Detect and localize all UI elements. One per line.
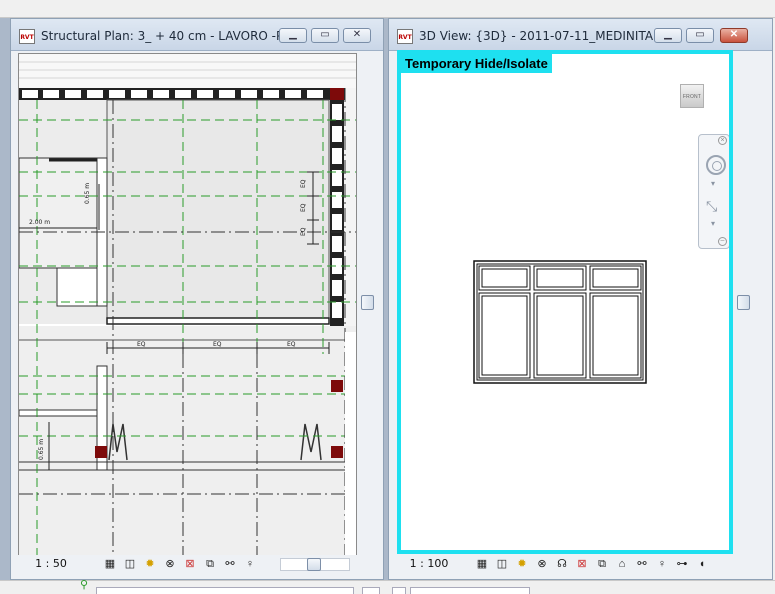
window-title: Structural Plan: 3_ + 40 cm - LAVORO -Pi… [41, 29, 281, 43]
dim-label: EQ [300, 227, 307, 236]
reveal-hidden-icon[interactable]: ♀ [242, 556, 258, 572]
filter-icon[interactable] [392, 587, 406, 594]
shadows-icon[interactable]: ⊗ [534, 556, 550, 572]
close-button[interactable]: ✕ [343, 28, 371, 43]
hide-crop-icon[interactable]: ⧉ [202, 556, 218, 572]
application-status-bar: ⚲ [0, 577, 775, 594]
vertical-scrollbar[interactable] [735, 53, 752, 557]
3d-view-window[interactable]: RVT 3D View: {3D} - 2011-07-11_MEDINITAL… [388, 18, 773, 580]
vertical-scrollbar[interactable] [359, 53, 376, 557]
dim-label: 0.65 m [38, 439, 45, 460]
window-title: 3D View: {3D} - 2011-07-11_MEDINITALY_1.… [419, 29, 667, 43]
revit-workspace: RVT Structural Plan: 3_ + 40 cm - LAVORO… [0, 0, 775, 594]
dim-label: EQ [213, 341, 222, 348]
dim-label: EQ [287, 341, 296, 348]
structural-plan-titlebar[interactable]: RVT Structural Plan: 3_ + 40 cm - LAVORO… [11, 19, 383, 51]
temporary-hide-icon[interactable]: ⚯ [634, 556, 650, 572]
rvt-app-icon[interactable]: RVT [19, 29, 35, 44]
dim-label: 0.65 m [84, 183, 91, 204]
crop-icon[interactable]: ⊠ [182, 556, 198, 572]
close-icon[interactable]: × [718, 136, 727, 145]
dim-label: 2.00 m [29, 219, 50, 226]
restore-button[interactable]: ▭ [686, 28, 714, 43]
detail-level-icon[interactable]: ▦ [474, 556, 490, 572]
view-control-bar: 1 : 50 ▦ ◫ ✹ ⊗ ⊠ ⧉ ⚯ ♀ [18, 555, 363, 573]
view-control-bar: 1 : 100 ▦ ◫ ✹ ⊗ ☊ ⊠ ⧉ ⌂ ⚯ ♀ ⊶ ◖ [396, 555, 752, 573]
scroll-thumb[interactable] [307, 558, 321, 571]
dim-label: EQ [300, 179, 307, 188]
horizontal-scrollbar[interactable] [280, 558, 350, 571]
minimize-button[interactable]: ▁ [279, 28, 307, 43]
sun-path-icon[interactable]: ✹ [514, 556, 530, 572]
dim-label: EQ [137, 341, 146, 348]
visual-style-icon[interactable]: ◫ [122, 556, 138, 572]
top-strip [0, 0, 775, 18]
status-field[interactable] [96, 587, 354, 594]
temporary-hide-icon[interactable]: ⚯ [222, 556, 238, 572]
restore-button[interactable]: ▭ [311, 28, 339, 43]
view-scale[interactable]: 1 : 50 [22, 557, 80, 572]
crop-icon[interactable]: ⊠ [574, 556, 590, 572]
chevron-down-icon[interactable]: ▾ [711, 219, 715, 228]
minimize-icon[interactable]: – [718, 237, 727, 246]
highlight-icon[interactable]: ◖ [694, 556, 710, 572]
scroll-thumb[interactable] [737, 295, 750, 310]
chevron-down-icon[interactable]: ▾ [711, 179, 715, 188]
window-element-3d[interactable] [473, 260, 649, 386]
visual-style-icon[interactable]: ◫ [494, 556, 510, 572]
workset-icon[interactable]: ⚲ [76, 577, 92, 593]
steering-wheel-icon[interactable] [706, 155, 726, 175]
plan-drawing: 0.65 m 2.00 m EQ EQ EQ EQ EQ EQ 0.65 m [19, 54, 356, 556]
navigation-bar[interactable]: × ▾ ⤡ ▾ – [698, 134, 729, 249]
view-scale[interactable]: 1 : 100 [400, 557, 458, 572]
3d-view-titlebar[interactable]: RVT 3D View: {3D} - 2011-07-11_MEDINITAL… [389, 19, 772, 51]
sun-path-icon[interactable]: ✹ [142, 556, 158, 572]
hide-crop-icon[interactable]: ⧉ [594, 556, 610, 572]
detail-level-icon[interactable]: ▦ [102, 556, 118, 572]
design-options-icon[interactable] [362, 587, 380, 594]
viewcube[interactable]: FRONT [680, 84, 704, 108]
model-selector[interactable] [410, 587, 530, 594]
rvt-app-icon[interactable]: RVT [397, 29, 413, 44]
minimize-button[interactable]: ▁ [654, 28, 682, 43]
3d-canvas[interactable]: Temporary Hide/Isolate FRONT × ▾ ⤡ ▾ – [397, 50, 733, 554]
render-icon[interactable]: ☊ [554, 556, 570, 572]
dim-label: EQ [300, 203, 307, 212]
shadows-icon[interactable]: ⊗ [162, 556, 178, 572]
plan-canvas[interactable]: 0.65 m 2.00 m EQ EQ EQ EQ EQ EQ 0.65 m [18, 53, 357, 557]
scroll-thumb[interactable] [361, 295, 374, 310]
structural-plan-window[interactable]: RVT Structural Plan: 3_ + 40 cm - LAVORO… [10, 18, 384, 580]
analytical-icon[interactable]: ⊶ [674, 556, 690, 572]
temporary-hide-isolate-banner: Temporary Hide/Isolate [401, 54, 552, 73]
zoom-icon[interactable]: ⤡ [706, 198, 724, 216]
close-button[interactable]: ✕ [720, 28, 748, 43]
reveal-hidden-icon[interactable]: ♀ [654, 556, 670, 572]
lock-3d-icon[interactable]: ⌂ [614, 556, 630, 572]
